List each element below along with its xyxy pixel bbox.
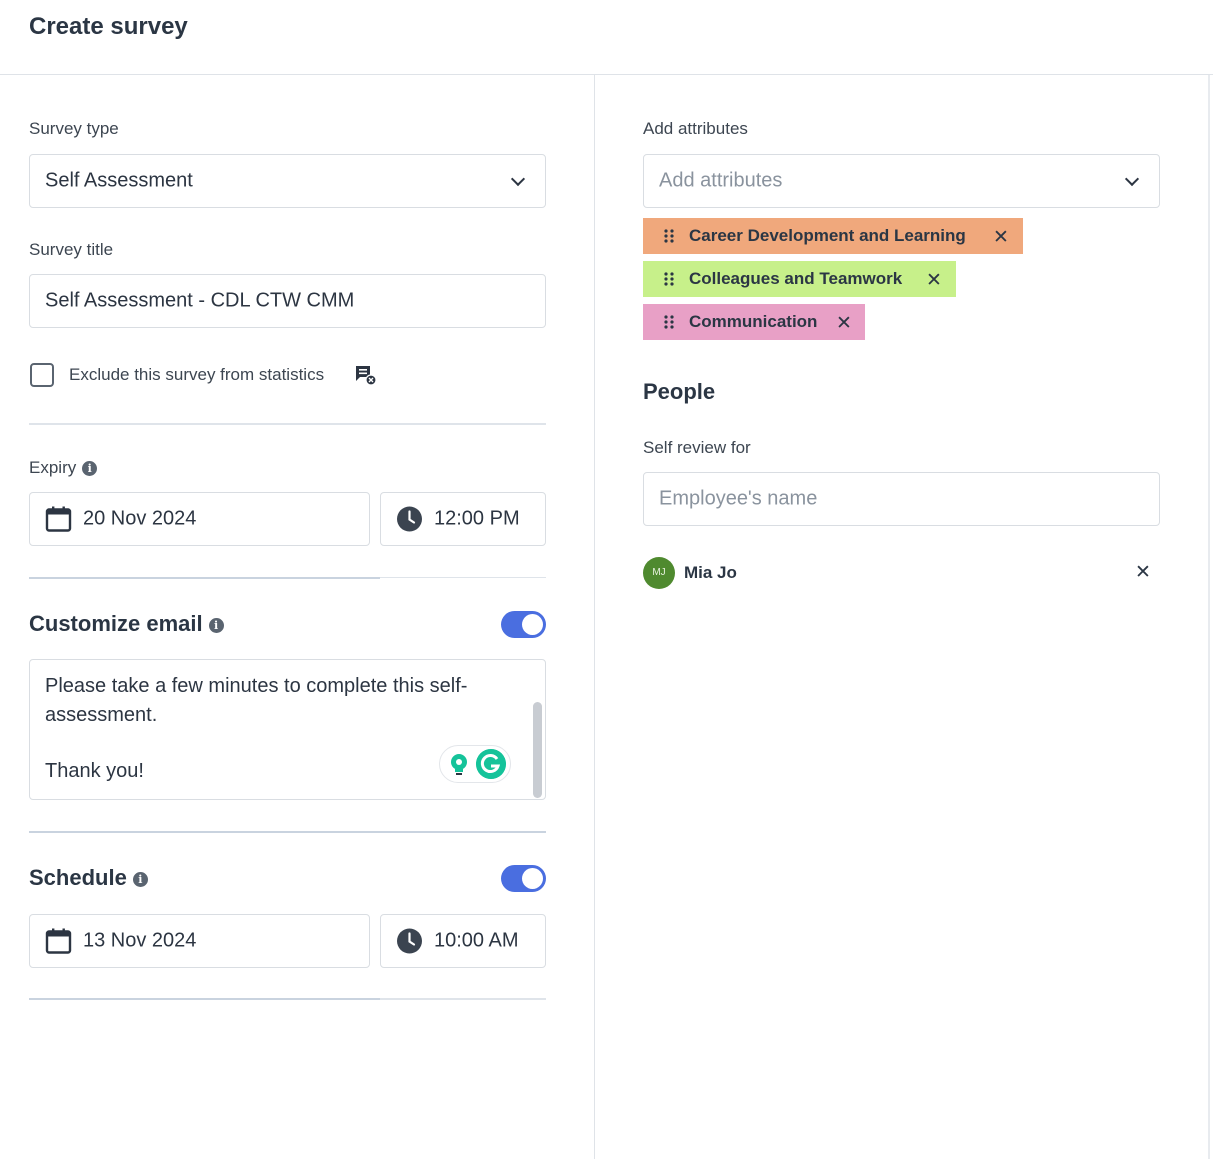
expiry-time-picker[interactable]: 12:00 PM xyxy=(380,492,546,546)
exclude-statistics-label: Exclude this survey from statistics xyxy=(69,365,325,384)
email-body-text: Please take a few minutes to complete th… xyxy=(45,675,468,726)
email-closing-text: Thank you! xyxy=(45,760,144,782)
schedule-title: Schedule i xyxy=(29,865,148,891)
calendar-icon xyxy=(45,506,72,532)
grammarly-widget[interactable] xyxy=(439,745,511,783)
expiry-time-value: 12:00 PM xyxy=(434,507,520,530)
drag-handle-icon[interactable] xyxy=(663,228,675,244)
schedule-time-picker[interactable]: 10:00 AM xyxy=(380,914,546,968)
report-icon xyxy=(356,366,377,386)
expiry-date-value: 20 Nov 2024 xyxy=(83,507,197,530)
right-edge-divider xyxy=(1208,75,1210,1159)
chevron-down-icon xyxy=(510,171,526,187)
exclude-statistics-checkbox[interactable] xyxy=(30,363,54,387)
employee-name-input[interactable]: Employee's name xyxy=(643,472,1160,526)
survey-title-input[interactable]: Self Assessment - CDL CTW CMM xyxy=(29,274,546,328)
calendar-icon xyxy=(45,928,72,954)
attribute-tag-label: Communication xyxy=(689,312,818,331)
expiry-label: Expiry i xyxy=(29,458,98,478)
column-divider xyxy=(594,75,595,1159)
survey-type-label: Survey type xyxy=(29,119,119,138)
lightbulb-icon xyxy=(451,754,467,775)
schedule-time-value: 10:00 AM xyxy=(434,929,519,952)
grammarly-icon xyxy=(476,749,506,779)
close-icon[interactable]: ✕ xyxy=(836,312,852,335)
toggle-knob xyxy=(522,614,543,635)
info-icon[interactable]: i xyxy=(132,871,148,887)
header: Create survey xyxy=(0,0,1213,75)
people-title: People xyxy=(643,379,716,404)
section-divider xyxy=(29,577,380,579)
section-divider xyxy=(380,998,546,1000)
schedule-date-value: 13 Nov 2024 xyxy=(83,929,197,952)
page-title: Create survey xyxy=(29,13,188,40)
section-divider xyxy=(29,998,380,1000)
clock-icon xyxy=(397,928,422,954)
customize-email-toggle[interactable] xyxy=(501,611,546,638)
person-name: Mia Jo xyxy=(684,563,737,582)
self-review-label: Self review for xyxy=(643,438,751,457)
expiry-date-picker[interactable]: 20 Nov 2024 xyxy=(29,492,370,546)
schedule-date-picker[interactable]: 13 Nov 2024 xyxy=(29,914,370,968)
schedule-toggle[interactable] xyxy=(501,865,546,892)
close-icon[interactable]: ✕ xyxy=(993,226,1009,249)
survey-title-label: Survey title xyxy=(29,240,114,259)
info-icon[interactable]: i xyxy=(208,617,224,633)
attributes-select[interactable]: Add attributes xyxy=(643,154,1160,208)
drag-handle-icon[interactable] xyxy=(663,314,675,330)
section-divider xyxy=(29,423,546,425)
attribute-tag-label: Career Development and Learning xyxy=(689,226,966,245)
close-icon[interactable]: ✕ xyxy=(1135,561,1151,584)
attributes-placeholder: Add attributes xyxy=(659,169,783,192)
survey-type-select[interactable]: Self Assessment xyxy=(29,154,546,208)
avatar: MJ xyxy=(643,557,675,589)
customize-email-title: Customize email i xyxy=(29,611,224,637)
attribute-tag[interactable]: Career Development and Learning ✕ xyxy=(643,218,1023,254)
toggle-knob xyxy=(522,868,543,889)
info-icon[interactable]: i xyxy=(82,461,98,477)
close-icon[interactable]: ✕ xyxy=(926,269,942,292)
clock-icon xyxy=(397,506,422,532)
email-body-textarea[interactable]: Please take a few minutes to complete th… xyxy=(29,659,546,800)
scrollbar[interactable] xyxy=(533,702,542,798)
chevron-down-icon xyxy=(1124,171,1140,187)
survey-title-value: Self Assessment - CDL CTW CMM xyxy=(45,289,355,312)
section-divider xyxy=(380,577,546,578)
attribute-tag[interactable]: Communication ✕ xyxy=(643,304,865,340)
drag-handle-icon[interactable] xyxy=(663,271,675,287)
section-divider xyxy=(29,831,546,833)
attribute-tag-label: Colleagues and Teamwork xyxy=(689,269,903,288)
employee-name-placeholder: Employee's name xyxy=(659,487,818,510)
attributes-label: Add attributes xyxy=(643,119,748,138)
attribute-tag[interactable]: Colleagues and Teamwork ✕ xyxy=(643,261,956,297)
survey-type-value: Self Assessment xyxy=(45,169,193,192)
